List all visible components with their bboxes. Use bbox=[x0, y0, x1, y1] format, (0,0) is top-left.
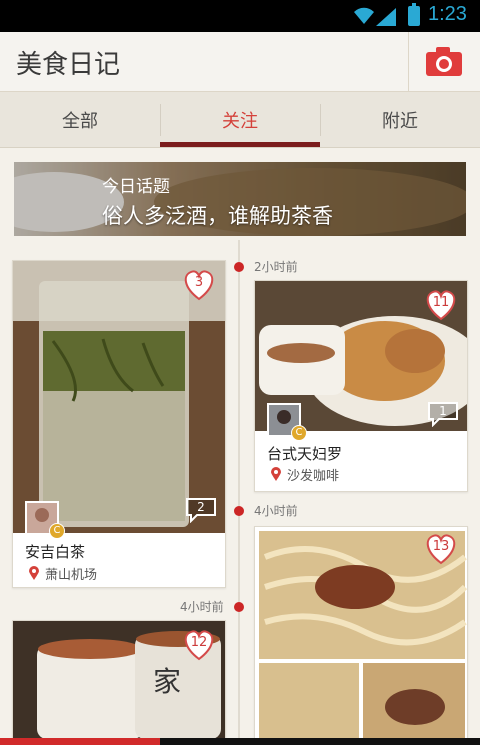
timeline-dot bbox=[234, 262, 244, 272]
like-button[interactable]: 13 bbox=[423, 533, 459, 565]
timeline-dot bbox=[234, 602, 244, 612]
like-count: 3 bbox=[194, 275, 204, 290]
timeline-dot bbox=[234, 506, 244, 516]
timeline-line bbox=[238, 240, 240, 745]
post-location: 沙发咖啡 bbox=[287, 469, 340, 484]
signal-icon bbox=[376, 8, 396, 26]
post-card[interactable]: 家 12 bbox=[12, 620, 226, 738]
scroll-indicator bbox=[0, 738, 160, 745]
badge-icon: C bbox=[291, 425, 307, 441]
app-bar-divider bbox=[408, 32, 409, 92]
post-photo bbox=[13, 261, 225, 533]
svg-text:家: 家 bbox=[153, 665, 181, 698]
comment-count: 1 bbox=[439, 404, 447, 418]
clock: 1:23 bbox=[428, 3, 467, 25]
tab-bar: 全部 关注 附近 bbox=[0, 92, 480, 148]
location-pin-icon bbox=[271, 467, 281, 481]
post-card[interactable]: 3 2 C 安吉白茶 萧山机场 bbox=[12, 260, 226, 588]
topic-label: 今日话题 bbox=[102, 177, 170, 197]
camera-icon[interactable] bbox=[420, 44, 468, 80]
post-title: 安吉白茶 bbox=[25, 543, 86, 561]
like-count: 13 bbox=[432, 539, 450, 554]
post-card[interactable]: 11 1 C 台式天妇罗 沙发咖啡 bbox=[254, 280, 468, 492]
topic-banner[interactable]: 今日话题 俗人多泛酒，谁解助茶香 bbox=[14, 162, 466, 236]
timeline-time: 2小时前 bbox=[254, 260, 298, 274]
location-pin-icon bbox=[29, 566, 39, 580]
topic-title: 俗人多泛酒，谁解助茶香 bbox=[102, 204, 333, 228]
post-location: 萧山机场 bbox=[45, 568, 98, 583]
tab-indicator bbox=[160, 142, 320, 147]
post-card[interactable]: 13 bbox=[254, 526, 468, 738]
timeline-time: 4小时前 bbox=[180, 600, 224, 614]
post-title: 台式天妇罗 bbox=[267, 445, 343, 463]
app-bar: 美食日记 bbox=[0, 32, 480, 92]
like-count: 11 bbox=[432, 295, 450, 310]
timeline-time: 4小时前 bbox=[254, 504, 298, 518]
like-button[interactable]: 11 bbox=[423, 289, 459, 321]
comment-button[interactable]: 1 bbox=[427, 401, 459, 428]
tab-following[interactable]: 关注 bbox=[160, 92, 320, 148]
comment-count: 2 bbox=[197, 500, 205, 514]
status-bar: 1:23 bbox=[0, 0, 480, 32]
tab-nearby[interactable]: 附近 bbox=[320, 92, 480, 148]
comment-button[interactable]: 2 bbox=[185, 497, 217, 524]
like-button[interactable]: 12 bbox=[181, 629, 217, 661]
like-button[interactable]: 3 bbox=[181, 269, 217, 301]
app-title: 美食日记 bbox=[16, 50, 121, 80]
like-count: 12 bbox=[190, 635, 208, 650]
wifi-icon bbox=[354, 7, 374, 25]
badge-icon: C bbox=[49, 523, 65, 539]
tab-all[interactable]: 全部 bbox=[0, 92, 160, 148]
battery-icon bbox=[408, 3, 420, 26]
